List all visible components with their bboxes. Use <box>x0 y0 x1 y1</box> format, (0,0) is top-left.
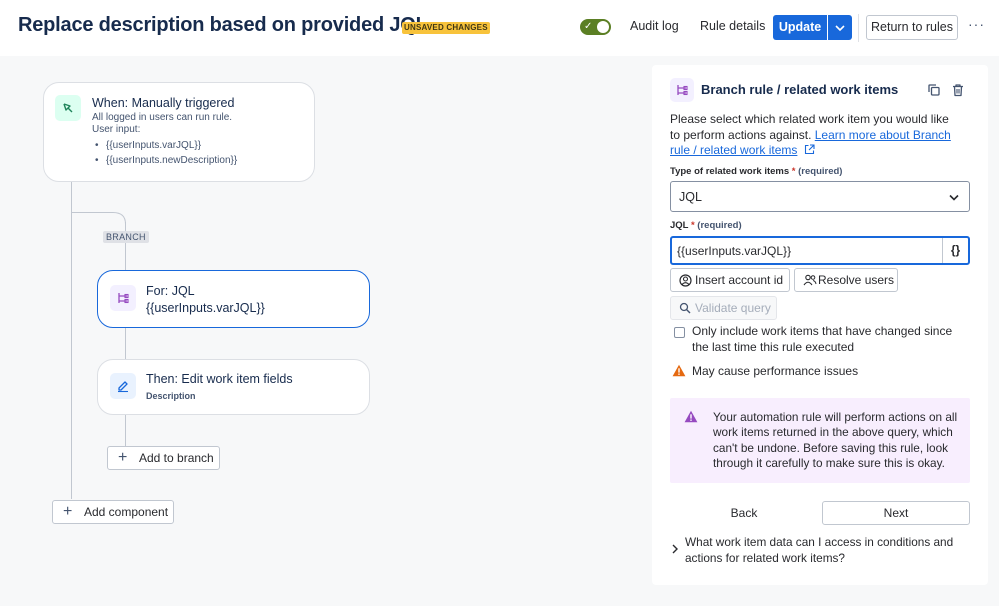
chevron-down-icon <box>835 25 845 32</box>
trigger-icon <box>55 95 81 121</box>
back-button[interactable]: Back <box>670 501 818 525</box>
action-subtitle: Description <box>146 391 196 401</box>
jql-input[interactable]: {{userInputs.varJQL}} {} <box>670 236 970 265</box>
user-circle-icon <box>679 274 692 287</box>
audit-log-link[interactable]: Audit log <box>630 19 679 33</box>
type-select-value: JQL <box>679 190 702 204</box>
more-options-icon[interactable]: ··· <box>968 16 985 32</box>
automation-notice-text: Your automation rule will perform action… <box>713 410 958 470</box>
add-component-button[interactable]: + Add component <box>52 500 174 524</box>
jql-input-value: {{userInputs.varJQL}} <box>677 244 792 258</box>
people-icon <box>803 274 817 286</box>
connector-line <box>125 327 126 359</box>
trigger-input-item: {{userInputs.varJQL}} <box>106 140 202 151</box>
header-bar: Replace description based on provided JQ… <box>0 0 999 56</box>
faq-expander[interactable]: What work item data can I access in cond… <box>685 535 965 566</box>
required-indicator: * <box>690 220 695 231</box>
panel-intro: Please select which related work item yo… <box>670 112 960 159</box>
plus-icon: + <box>118 449 128 466</box>
check-icon: ✓ <box>584 21 593 32</box>
chevron-right-icon[interactable] <box>671 544 679 554</box>
warning-icon <box>672 364 686 377</box>
header-divider <box>858 14 859 42</box>
required-text: (required) <box>697 220 742 231</box>
insert-account-id-label: Insert account id <box>695 273 784 287</box>
duplicate-icon[interactable] <box>927 83 941 97</box>
type-field-label-text: Type of related work items <box>670 166 790 177</box>
edit-icon <box>110 373 136 399</box>
branch-title: For: JQL <box>146 284 195 298</box>
update-button[interactable]: Update <box>773 15 827 40</box>
page-title: Replace description based on provided JQ… <box>18 14 428 36</box>
notice-warning-icon <box>684 410 698 423</box>
required-text: (required) <box>798 166 843 177</box>
action-title: Then: Edit work item fields <box>146 372 293 386</box>
branch-icon <box>110 285 136 311</box>
external-link-icon <box>804 144 815 155</box>
validate-query-button[interactable]: Validate query <box>670 296 777 320</box>
delete-icon[interactable] <box>951 83 965 97</box>
action-node[interactable]: Then: Edit work item fields Description <box>97 359 370 415</box>
branch-curve <box>105 212 126 225</box>
trigger-description: All logged in users can run rule. <box>92 112 233 123</box>
next-button[interactable]: Next <box>822 501 970 525</box>
add-to-branch-label: Add to branch <box>139 451 214 465</box>
only-changed-checkbox[interactable] <box>674 327 685 338</box>
add-to-branch-button[interactable]: + Add to branch <box>107 446 220 470</box>
jql-field-label-text: JQL <box>670 220 689 231</box>
type-field-label: Type of related work items * (required) <box>670 166 842 177</box>
validate-query-label: Validate query <box>695 301 771 315</box>
resolve-users-button[interactable]: Resolve users <box>794 268 898 292</box>
update-dropdown-button[interactable] <box>828 15 852 40</box>
trigger-user-input-label: User input: <box>92 124 141 135</box>
only-changed-label: Only include work items that have change… <box>692 324 953 354</box>
rule-enabled-toggle[interactable]: ✓ <box>580 19 611 35</box>
performance-warning: May cause performance issues <box>692 364 859 378</box>
required-indicator: * <box>791 166 796 177</box>
trigger-input-item: {{userInputs.newDescription}} <box>106 155 238 166</box>
branch-node[interactable]: For: JQL {{userInputs.varJQL}} <box>97 270 370 328</box>
bullet: • <box>95 155 99 166</box>
branch-subtitle: {{userInputs.varJQL}} <box>146 301 265 315</box>
plus-icon: + <box>63 503 73 520</box>
bullet: • <box>95 140 99 151</box>
branch-label: BRANCH <box>103 231 149 243</box>
jql-field-label: JQL * (required) <box>670 220 742 231</box>
branch-icon <box>670 78 694 102</box>
add-component-label: Add component <box>84 505 169 519</box>
trigger-node[interactable]: When: Manually triggered All logged in u… <box>43 82 315 182</box>
search-icon <box>679 302 691 314</box>
resolve-users-label: Resolve users <box>818 273 895 287</box>
unsaved-changes-badge: UNSAVED CHANGES <box>402 22 490 34</box>
panel-title: Branch rule / related work items <box>701 82 899 97</box>
trigger-title: When: Manually triggered <box>92 96 235 110</box>
connector-line <box>71 181 72 499</box>
insert-account-id-button[interactable]: Insert account id <box>670 268 790 292</box>
connector-line <box>125 415 126 447</box>
connector-line <box>125 222 126 270</box>
rule-details-link[interactable]: Rule details <box>700 19 765 33</box>
toggle-knob <box>597 21 609 33</box>
return-to-rules-button[interactable]: Return to rules <box>866 15 958 40</box>
smart-value-icon[interactable]: {} <box>942 238 968 263</box>
chevron-down-icon <box>949 194 959 201</box>
type-select[interactable]: JQL <box>670 181 970 212</box>
